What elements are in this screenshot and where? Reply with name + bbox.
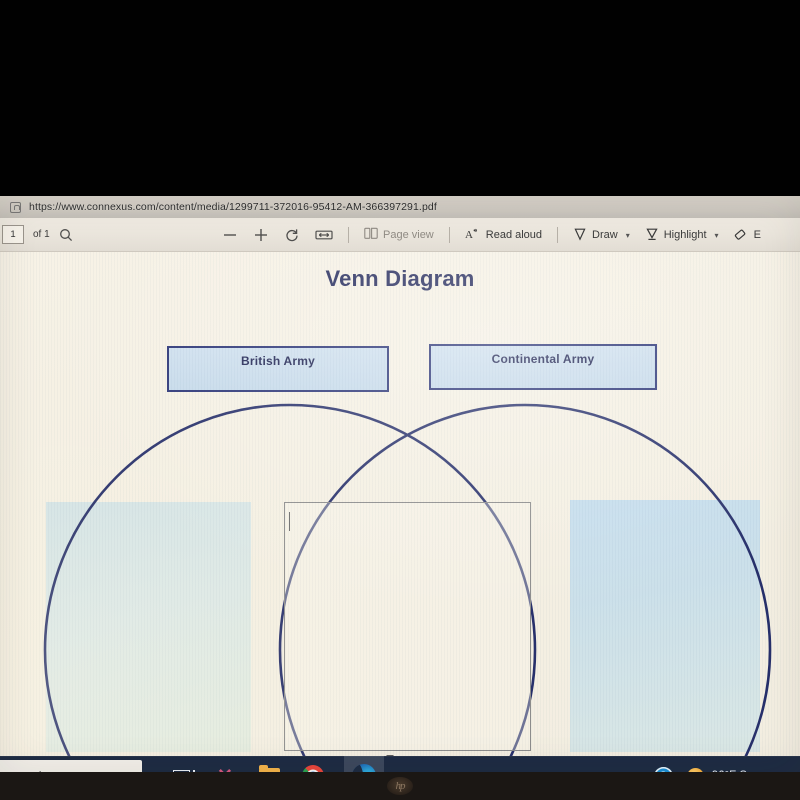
read-aloud-icon: A (465, 227, 481, 243)
page-total-label: of 1 (33, 229, 50, 240)
erase-label: E (753, 229, 761, 241)
zoom-out-icon[interactable] (222, 227, 238, 243)
page-view-icon (364, 227, 378, 243)
page-view-label: Page view (383, 229, 434, 241)
draw-label: Draw (592, 229, 618, 241)
address-bar-url[interactable]: https://www.connexus.com/content/media/1… (29, 201, 437, 213)
chevron-down-icon[interactable]: ▾ (626, 231, 630, 240)
taskbar-search-box[interactable]: search (0, 760, 142, 772)
read-aloud-button[interactable]: A Read aloud (465, 227, 542, 243)
eraser-icon (734, 227, 749, 244)
fit-to-width-icon[interactable] (315, 228, 333, 242)
toolbar-divider (348, 227, 349, 243)
page-number-input[interactable]: 1 (2, 225, 24, 244)
draw-button[interactable]: Draw ▾ (573, 227, 630, 244)
svg-text:A: A (465, 229, 473, 240)
toolbar-divider (557, 227, 559, 243)
hp-brand-logo: hp (387, 777, 413, 795)
windows-taskbar: search ✕ ? (0, 756, 800, 772)
erase-button[interactable]: E (734, 227, 761, 244)
search-icon[interactable] (59, 228, 73, 242)
intersection-text-input[interactable] (284, 502, 531, 751)
read-aloud-label: Read aloud (485, 229, 543, 241)
toolbar-divider (448, 227, 450, 243)
screen-bezel-top (0, 0, 800, 196)
chrome-icon[interactable] (300, 763, 326, 772)
text-caret (289, 512, 290, 531)
browser-address-bar[interactable]: https://www.connexus.com/content/media/1… (0, 196, 800, 218)
x-app-icon[interactable]: ✕ (212, 763, 238, 773)
rotate-icon[interactable] (284, 227, 300, 243)
laptop-screen: https://www.connexus.com/content/media/1… (0, 196, 800, 772)
zoom-in-icon[interactable] (253, 227, 269, 243)
pdf-document-page[interactable]: Venn Diagram British Army Continental Ar… (0, 252, 800, 756)
task-view-icon[interactable] (168, 763, 195, 772)
edge-icon[interactable] (344, 756, 384, 772)
certificate-icon (10, 201, 21, 213)
file-explorer-icon[interactable] (256, 763, 282, 772)
highlight-button[interactable]: Highlight ▾ (645, 227, 719, 244)
chevron-down-icon[interactable]: ▾ (715, 231, 719, 240)
page-view-button[interactable]: Page view (364, 227, 434, 243)
laptop-screen-photo: https://www.connexus.com/content/media/1… (0, 0, 800, 800)
pen-icon (573, 227, 587, 244)
highlighter-icon (645, 227, 659, 244)
pdf-viewer-toolbar: 1 of 1 Page view A Read aloud Draw ▾ Hig… (0, 218, 800, 252)
highlight-label: Highlight (663, 229, 707, 241)
